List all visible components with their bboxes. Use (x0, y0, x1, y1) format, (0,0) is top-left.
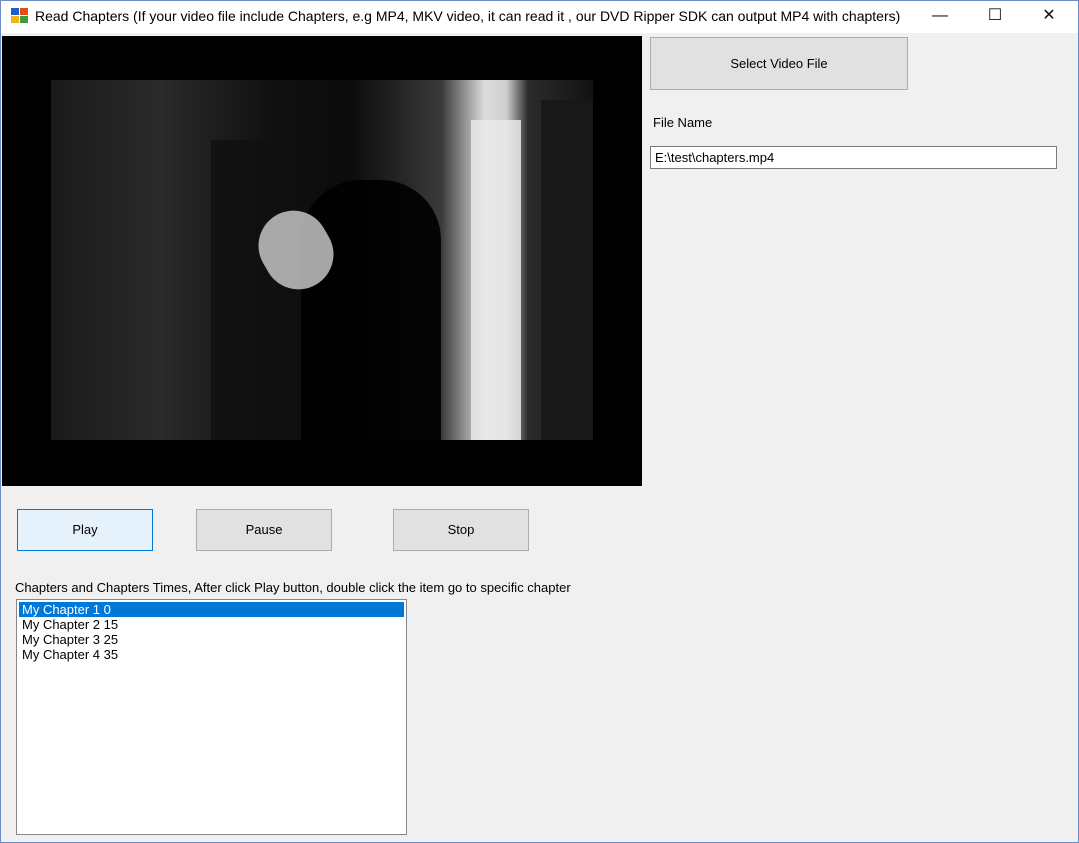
video-frame (51, 80, 593, 440)
file-name-input[interactable] (650, 146, 1057, 169)
chapters-label: Chapters and Chapters Times, After click… (15, 580, 571, 595)
chapter-list-item[interactable]: My Chapter 2 15 (19, 617, 404, 632)
select-video-file-button[interactable]: Select Video File (650, 37, 908, 90)
chapter-list-item[interactable]: My Chapter 3 25 (19, 632, 404, 647)
stop-button[interactable]: Stop (393, 509, 529, 551)
play-button[interactable]: Play (17, 509, 153, 551)
window-title: Read Chapters (If your video file includ… (35, 8, 901, 24)
video-preview (2, 36, 642, 486)
close-button[interactable]: ✕ (1026, 1, 1072, 31)
chapter-list-item[interactable]: My Chapter 1 0 (19, 602, 404, 617)
chapter-list-item[interactable]: My Chapter 4 35 (19, 647, 404, 662)
pause-button[interactable]: Pause (196, 509, 332, 551)
title-bar[interactable]: Read Chapters (If your video file includ… (1, 1, 1078, 33)
maximize-button[interactable]: ☐ (972, 1, 1018, 31)
file-name-label: File Name (653, 115, 713, 130)
app-window: Read Chapters (If your video file includ… (0, 0, 1079, 843)
minimize-button[interactable]: — (917, 1, 963, 31)
app-icon (11, 8, 28, 23)
chapters-listbox[interactable]: My Chapter 1 0 My Chapter 2 15 My Chapte… (16, 599, 407, 835)
